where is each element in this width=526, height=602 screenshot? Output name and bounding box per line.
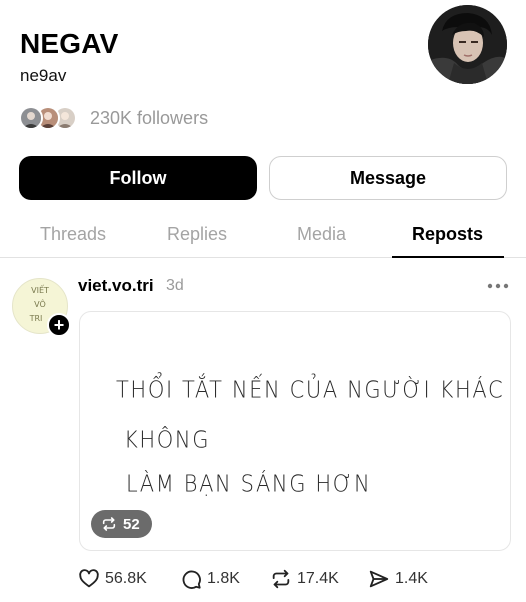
image-text-line: LÀM BẠN SÁNG HƠN bbox=[126, 470, 372, 497]
profile-photo-icon bbox=[428, 5, 507, 84]
post-actions: 56.8K 1.8K 17.4K 1.4K bbox=[78, 568, 518, 592]
tab-threads[interactable]: Threads bbox=[40, 224, 106, 245]
reply-button[interactable]: 1.8K bbox=[180, 568, 240, 590]
followers-count[interactable]: 230K followers bbox=[90, 108, 208, 129]
share-button[interactable]: 1.4K bbox=[368, 568, 428, 590]
followers-row[interactable]: 230K followers bbox=[19, 104, 208, 132]
image-text-line: KHÔNG bbox=[124, 426, 211, 453]
svg-text:VÔ: VÔ bbox=[34, 298, 46, 309]
repost-count: 17.4K bbox=[297, 570, 339, 587]
repost-icon bbox=[272, 569, 290, 589]
profile-name: NEGAV bbox=[20, 28, 119, 59]
repost-button[interactable]: 17.4K bbox=[270, 568, 339, 590]
message-button[interactable]: Message bbox=[269, 156, 507, 200]
tab-replies[interactable]: Replies bbox=[167, 224, 227, 245]
post-image[interactable]: THỔI TẮT NẾN CỦA NGƯỜI KHÁC KHÔNG LÀM BẠ… bbox=[79, 311, 511, 551]
post-author[interactable]: viet.vo.tri bbox=[78, 276, 154, 296]
active-tab-underline bbox=[392, 256, 504, 258]
profile-avatar[interactable] bbox=[428, 5, 507, 84]
more-options-icon[interactable] bbox=[487, 280, 509, 292]
svg-text:TRI: TRI bbox=[29, 314, 43, 323]
tab-media[interactable]: Media bbox=[297, 224, 346, 245]
comment-icon bbox=[182, 570, 201, 589]
profile-tabs: Threads Replies Media Reposts bbox=[0, 214, 526, 258]
profile-handle: ne9av bbox=[20, 66, 67, 85]
follow-author-plus-button[interactable]: + bbox=[47, 313, 71, 337]
follower-avatar bbox=[19, 106, 43, 130]
image-repost-count: 52 bbox=[123, 515, 140, 533]
send-icon bbox=[369, 570, 389, 588]
like-count: 56.8K bbox=[105, 570, 147, 587]
tab-reposts[interactable]: Reposts bbox=[412, 224, 483, 245]
post-time: 3d bbox=[166, 277, 184, 294]
image-text-line: THỔI TẮT NẾN CỦA NGƯỜI KHÁC bbox=[116, 376, 505, 403]
like-button[interactable]: 56.8K bbox=[78, 568, 147, 590]
follow-button[interactable]: Follow bbox=[19, 156, 257, 200]
reply-count: 1.8K bbox=[207, 570, 240, 587]
share-count: 1.4K bbox=[395, 570, 428, 587]
svg-text:VIẾT: VIẾT bbox=[31, 284, 49, 295]
repost-icon bbox=[102, 517, 116, 531]
heart-icon bbox=[79, 569, 99, 588]
image-repost-count-pill[interactable]: 52 bbox=[91, 510, 152, 538]
